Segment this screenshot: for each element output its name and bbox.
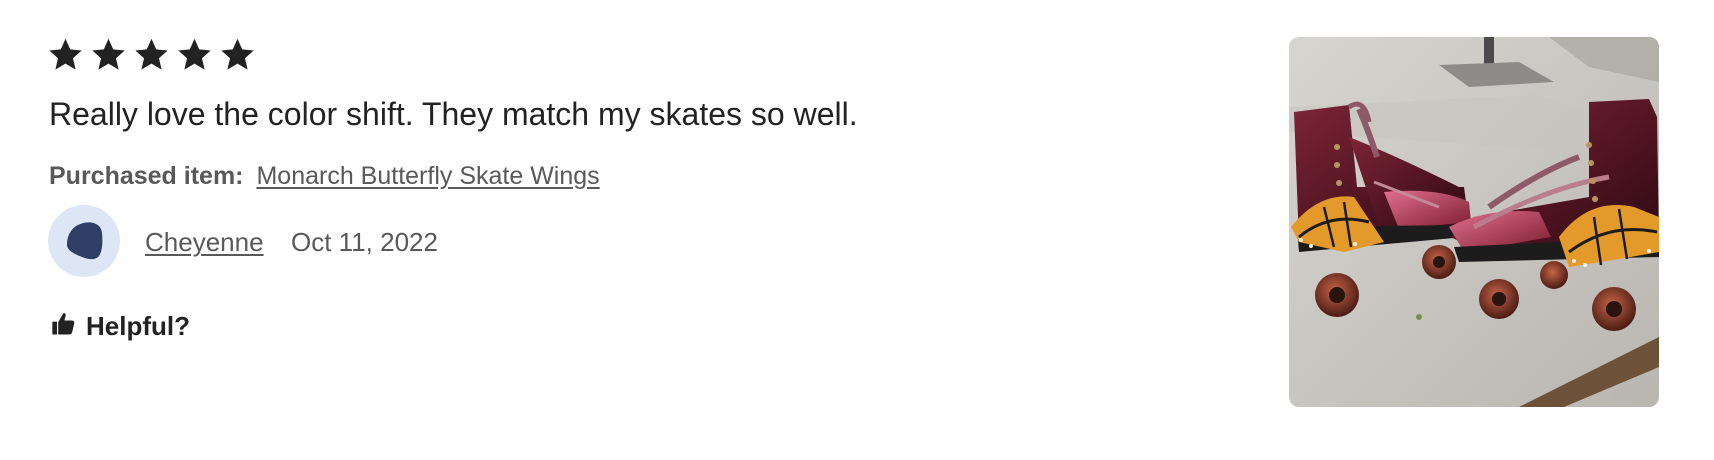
review-text: Really love the color shift. They match … xyxy=(49,96,858,132)
star-icon xyxy=(176,36,213,73)
purchased-item-label: Purchased item: xyxy=(49,162,244,190)
star-rating xyxy=(47,36,256,73)
thumbs-up-icon xyxy=(50,310,78,343)
purchased-item: Purchased item: Monarch Butterfly Skate … xyxy=(49,160,600,192)
review-card: Really love the color shift. They match … xyxy=(0,0,1714,460)
purchased-item-link[interactable]: Monarch Butterfly Skate Wings xyxy=(256,162,599,190)
helpful-label: Helpful? xyxy=(86,311,190,341)
review-date: Oct 11, 2022 xyxy=(291,227,438,257)
review-photo[interactable] xyxy=(1289,37,1659,407)
star-icon xyxy=(219,36,256,73)
avatar xyxy=(48,205,120,277)
reviewer-name[interactable]: Cheyenne xyxy=(145,226,264,258)
star-icon xyxy=(90,36,127,73)
star-icon xyxy=(133,36,170,73)
star-icon xyxy=(47,36,84,73)
helpful-button[interactable]: Helpful? xyxy=(50,310,190,343)
